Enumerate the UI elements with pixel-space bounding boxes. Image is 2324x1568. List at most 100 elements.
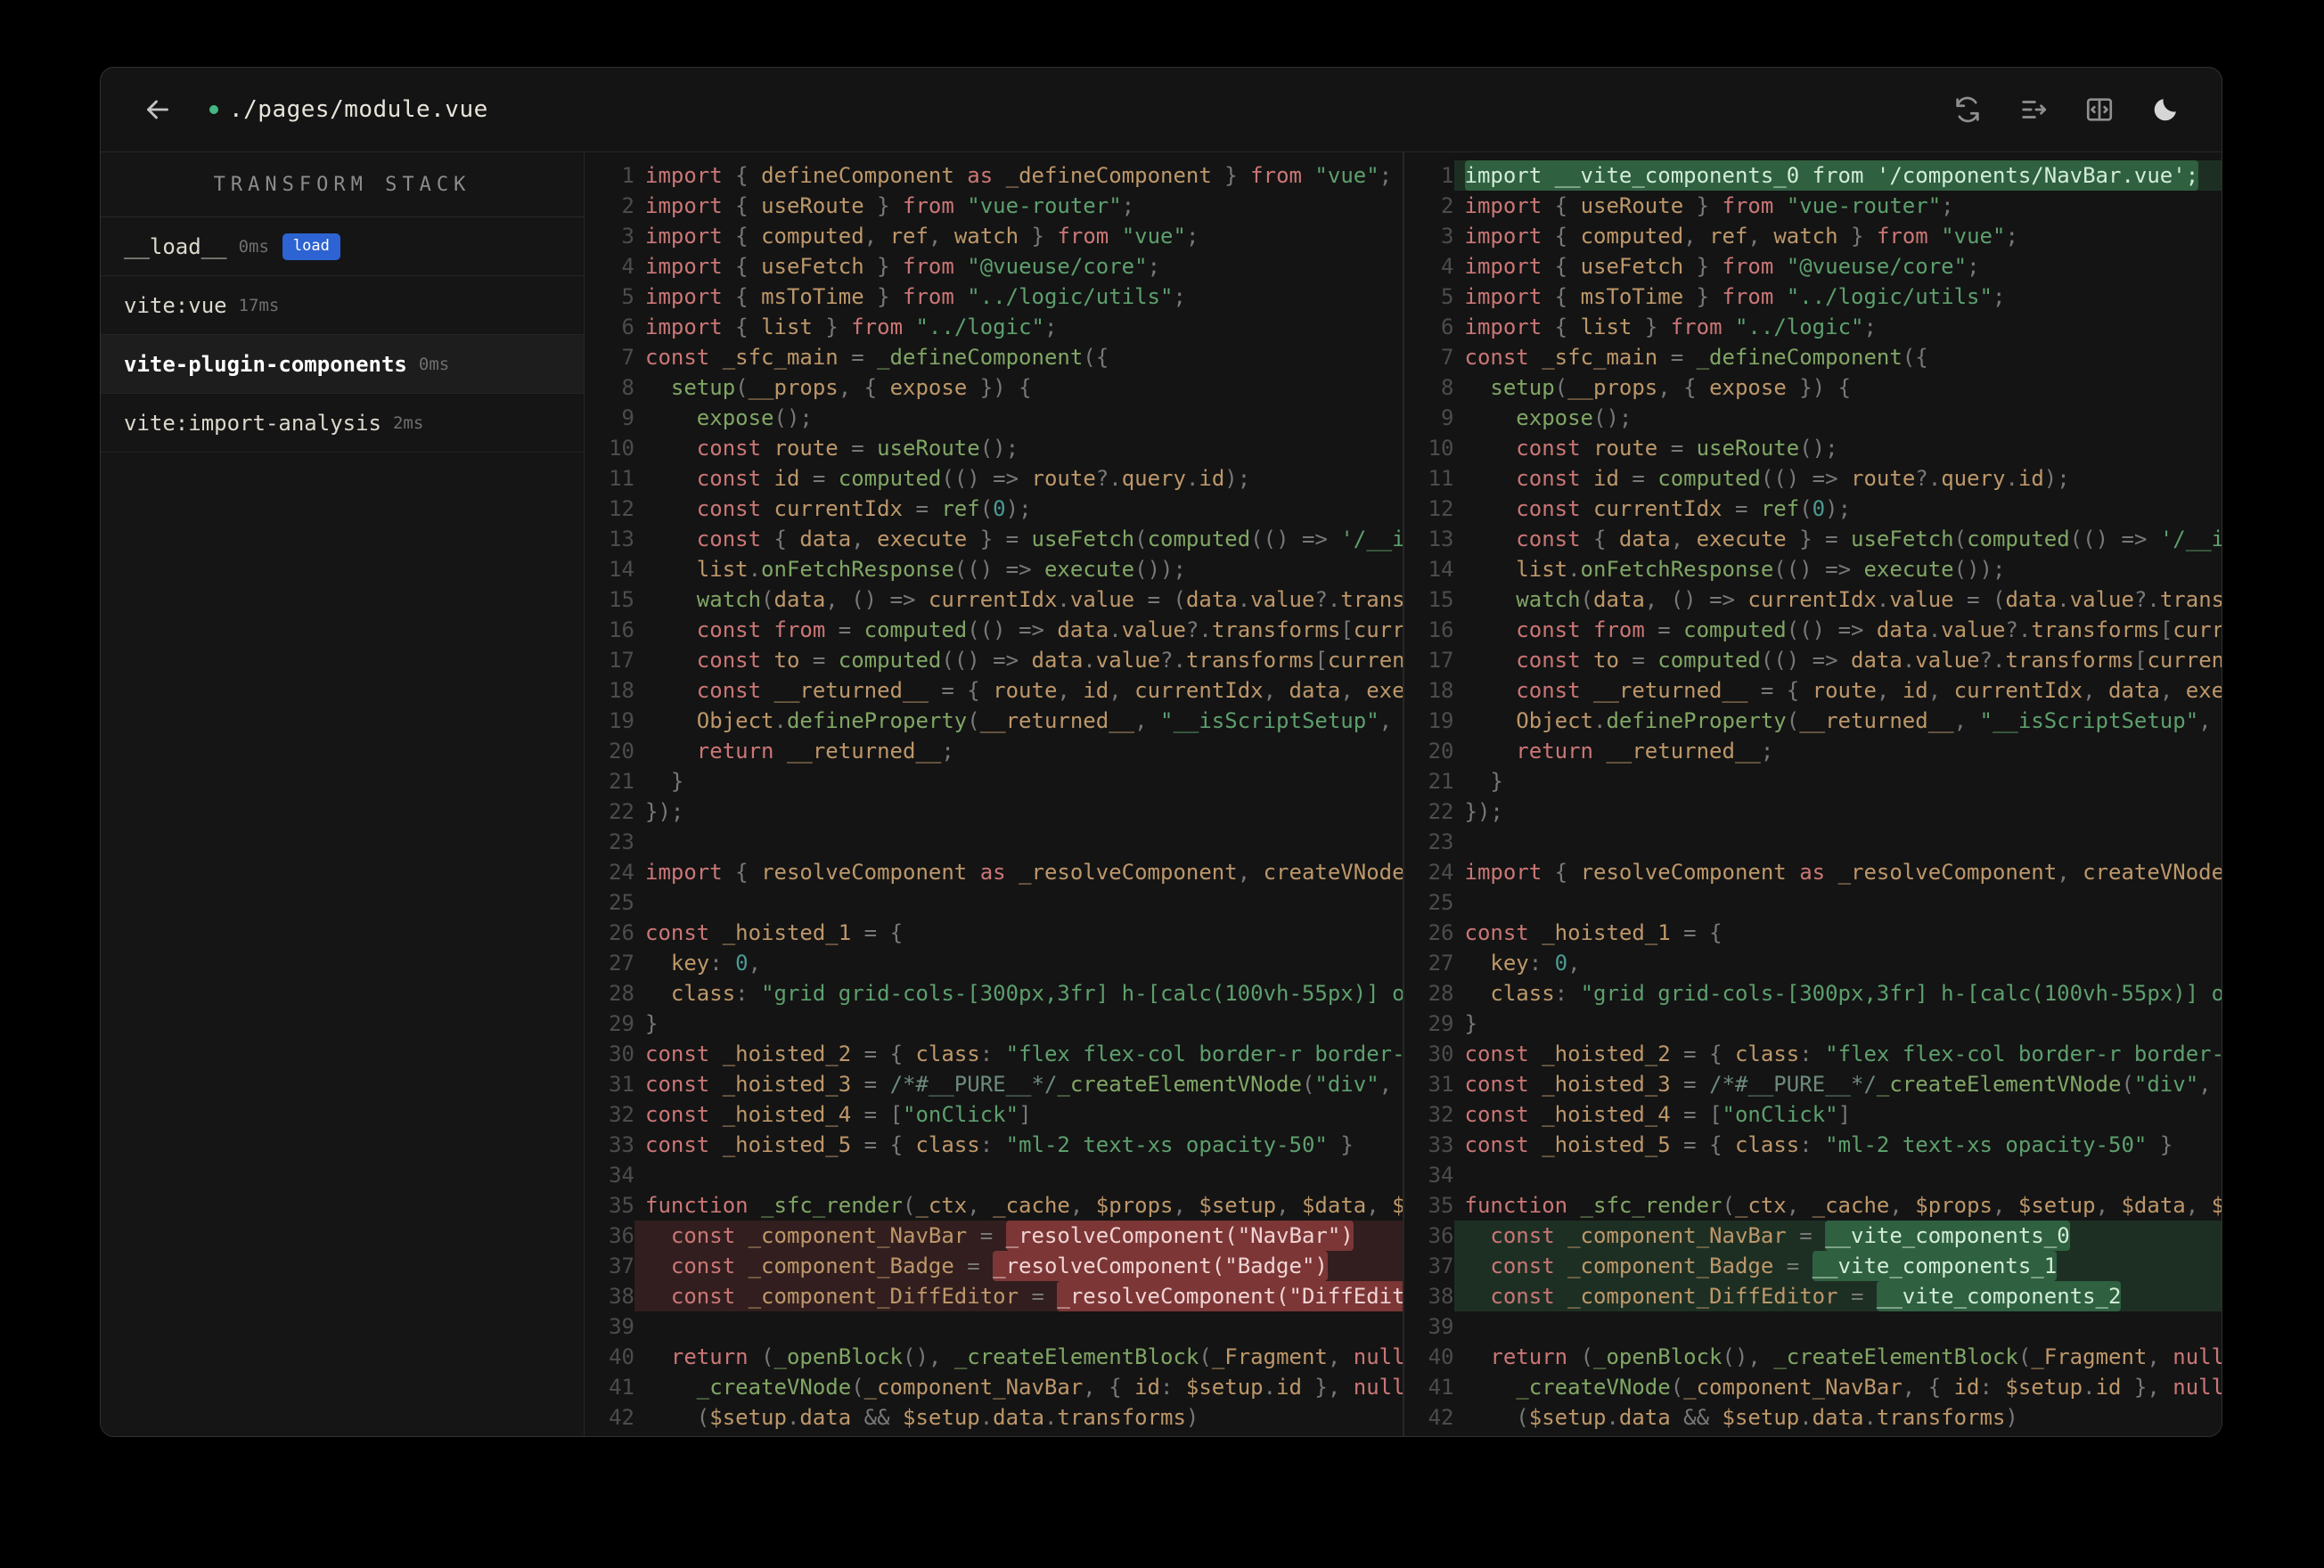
code-text: return __returned__; [696,739,954,764]
line-number: 27 [1428,951,1454,976]
plugin-name: __load__ [124,233,227,259]
code-before: 1 import { defineComponent as _defineComp… [585,160,1403,1433]
code-line: 26 const _hoisted_1 = { [1404,918,2222,948]
code-line: 8 setup(__props, { expose }) { [1404,372,2222,403]
code-text: const id = computed(() => route?.query.i… [1516,466,2070,491]
code-line: 27 key: 0, [1404,948,2222,978]
line-number: 32 [1428,1102,1454,1127]
sidebar-item-vite-vue[interactable]: vite:vue 17ms [101,276,584,335]
line-number: 32 [609,1102,634,1127]
code-line: 20 return __returned__; [1404,736,2222,766]
code-text: const _hoisted_4 = ["onClick"] [1464,1102,1852,1127]
line-number: 36 [1428,1223,1454,1248]
code-line: 33 const _hoisted_5 = { class: "ml-2 text… [585,1130,1403,1160]
sidebar-item-load[interactable]: __load__ 0ms load [101,217,584,276]
code-text: expose(); [1516,405,1633,430]
line-number: 6 [621,314,634,339]
code-after: 1 import __vite_components_0 from '/compo… [1404,160,2222,1433]
back-button[interactable] [142,94,174,126]
code-line: 35 function _sfc_render(_ctx, _cache, $pr… [585,1190,1403,1221]
code-line: 9 expose(); [585,403,1403,433]
code-line: 28 class: "grid grid-cols-[300px,3fr] h-… [1404,978,2222,1009]
code-line: 12 const currentIdx = ref(0); [1404,494,2222,524]
line-number: 31 [609,1072,634,1097]
code-text: class: "grid grid-cols-[300px,3fr] h-[ca… [1490,981,2222,1006]
line-number: 26 [1428,920,1454,945]
line-number: 30 [609,1041,634,1066]
code-line: 1 import __vite_components_0 from '/compo… [1404,160,2222,191]
code-text: const from = computed(() => data.value?.… [1516,617,2222,642]
line-number: 7 [1441,345,1454,370]
code-line: 38 const _component_DiffEditor = _resolv… [585,1281,1403,1311]
code-text: const _hoisted_4 = ["onClick"] [645,1102,1032,1127]
main-content: TRANSFORM STACK __load__ 0ms load vite:vue 1… [101,152,2222,1436]
line-number: 24 [1428,860,1454,885]
code-text: const _hoisted_2 = { class: "flex flex-c… [645,1041,1403,1066]
code-text: const currentIdx = ref(0); [696,496,1032,521]
line-number: 14 [1428,557,1454,582]
line-number: 18 [1428,678,1454,703]
code-text: import { useRoute } from "vue-router"; [645,193,1135,218]
inline-diff-icon[interactable] [2018,94,2049,125]
line-number: 26 [609,920,634,945]
code-text: _createVNode(_component_NavBar, { id: $s… [1516,1375,2222,1400]
line-number: 18 [609,678,634,703]
diff-pane-left[interactable]: 1 import { defineComponent as _defineComp… [585,152,1403,1436]
code-text: const _hoisted_2 = { class: "flex flex-c… [1464,1041,2222,1066]
code-line: 17 const to = computed(() => data.value?… [1404,645,2222,675]
line-number: 10 [609,436,634,461]
code-line: 21 } [1404,766,2222,796]
line-number: 27 [609,951,634,976]
diff-added-token: import __vite_components_0 from '/compon… [1464,160,2199,191]
refresh-icon[interactable] [1952,94,1983,125]
code-line: 11 const id = computed(() => route?.quer… [585,463,1403,494]
code-text: function _sfc_render(_ctx, _cache, $prop… [645,1193,1403,1218]
sidebar-item-vite-plugin-components[interactable]: vite-plugin-components 0ms [101,335,584,394]
line-number: 11 [609,466,634,491]
dark-mode-icon[interactable] [2150,94,2181,125]
code-line: 16 const from = computed(() => data.valu… [585,615,1402,645]
line-number: 16 [609,617,634,642]
code-text: ($setup.data && $setup.data.transforms) [696,1405,1199,1430]
code-text: import { computed, ref, watch } from "vu… [1464,224,2018,249]
code-text: const _hoisted_1 = { [1464,920,1723,945]
plugin-name: vite:import-analysis [124,410,381,436]
line-number: 36 [609,1223,634,1248]
line-number: 3 [621,224,634,249]
code-line: 30 const _hoisted_2 = { class: "flex flex… [1404,1039,2222,1069]
code-text: import { list } from "../logic"; [1464,314,1877,339]
line-number: 15 [609,587,634,612]
code-text: import __vite_components_0 from '/compon… [1453,160,2222,191]
line-number: 28 [609,981,634,1006]
code-text: class: "grid grid-cols-[300px,3fr] h-[ca… [670,981,1403,1006]
code-line: 10 const route = useRoute(); [585,433,1403,463]
line-number: 41 [1428,1375,1454,1400]
code-text: Object.defineProperty(__returned__, "__i… [696,708,1393,733]
code-line: 5 import { msToTime } from "../logic/util… [585,282,1403,312]
diff-removed-token: _resolveComponent("NavBar") [1005,1221,1354,1251]
code-line: 19 Object.defineProperty(__returned__, "… [1404,706,2222,736]
sidebar-item-vite-import-analysis[interactable]: vite:import-analysis 2ms [101,394,584,453]
diff-pane-right[interactable]: 1 import __vite_components_0 from '/compo… [1402,152,2222,1436]
code-line: 5 import { msToTime } from "../logic/util… [1404,282,2222,312]
code-line: 40 return (_openBlock(), _createElementB… [1404,1342,2222,1372]
code-line: 38 const _component_DiffEditor = __vite_… [1404,1281,2222,1311]
code-text: key: 0, [670,951,762,976]
split-view-icon[interactable] [2084,94,2115,125]
code-text: import { resolveComponent as _resolveCom… [1464,860,2222,885]
code-text: const __returned__ = { route, id, curren… [696,678,1403,703]
line-number: 38 [609,1284,634,1309]
code-line: 13 const { data, execute } = useFetch(co… [1404,524,2222,554]
line-number: 1 [621,163,634,188]
code-line: 31 const _hoisted_3 = /*#__PURE__*/_creat… [1404,1069,2222,1099]
code-text: watch(data, () => currentIdx.value = (da… [1516,587,2222,612]
plugin-duration: 0ms [238,236,269,257]
code-text: }); [1464,799,1503,824]
line-number: 11 [1428,466,1454,491]
line-number: 3 [1441,224,1454,249]
code-text: Object.defineProperty(__returned__, "__i… [1516,708,2212,733]
code-text: const route = useRoute(); [696,436,1019,461]
